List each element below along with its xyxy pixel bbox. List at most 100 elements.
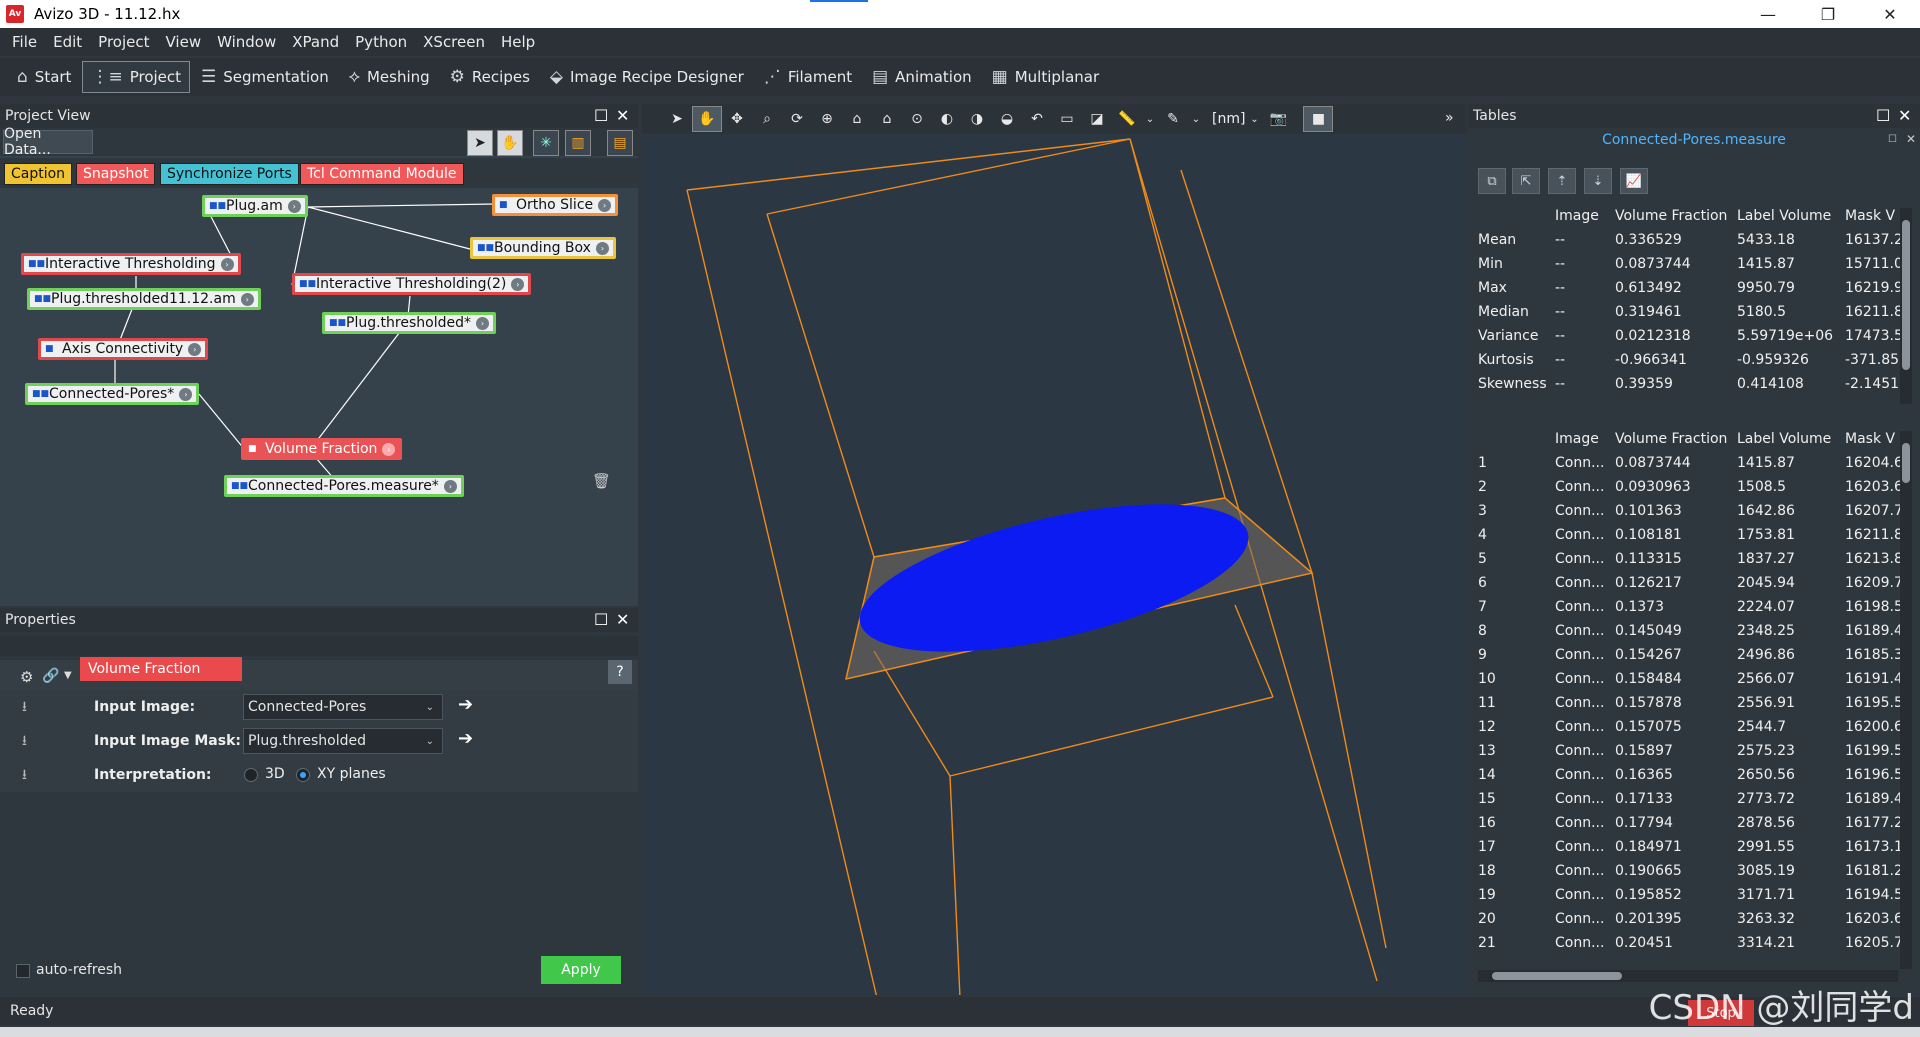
table-row[interactable]: 1 Conn... 0.0873744 1415.87 16204.6	[1478, 455, 1908, 479]
table-row[interactable]: 2 Conn... 0.0930963 1508.5 16203.6	[1478, 479, 1908, 503]
apply-button[interactable]: Apply	[541, 956, 621, 984]
view-x-icon[interactable]: ◐	[932, 111, 962, 127]
auto-arrange-icon[interactable]: ✳	[533, 130, 559, 156]
workroom-project[interactable]: ⋮≡ Project	[82, 61, 191, 93]
table-row[interactable]: 6 Conn... 0.126217 2045.94 16209.7	[1478, 575, 1908, 599]
pin-icon[interactable]: ⭳	[22, 696, 27, 720]
float-tab-icon[interactable]: ☐	[1888, 134, 1897, 145]
node-plug-am[interactable]: ■■ Plug.am ›	[202, 195, 308, 217]
table-row[interactable]: 10 Conn... 0.158484 2566.07 16191.4	[1478, 671, 1908, 695]
pin-icon[interactable]: ⭳	[22, 730, 27, 754]
settings-gear-icon[interactable]: ⚙	[20, 668, 33, 686]
workroom-animation[interactable]: ▤ Animation	[863, 61, 981, 93]
tcl-command-module-button[interactable]: Tcl Command Module	[300, 163, 464, 185]
pointer-tool-icon[interactable]: ➤	[467, 130, 493, 156]
rotate-view-icon[interactable]: ↶	[1022, 111, 1052, 127]
module-name-field[interactable]: Volume Fraction	[80, 657, 242, 681]
menu-project[interactable]: Project	[90, 33, 157, 51]
zoom-icon[interactable]: ⌕	[752, 111, 782, 127]
node-bounding-box[interactable]: ■■ Bounding Box ›	[470, 237, 616, 259]
chevron-down-icon[interactable]: ⌄	[1142, 114, 1158, 125]
table-row[interactable]: 17 Conn... 0.184971 2991.55 16173.1	[1478, 839, 1908, 863]
data-scrollbar[interactable]	[1900, 431, 1912, 969]
menu-edit[interactable]: Edit	[45, 33, 90, 51]
menu-python[interactable]: Python	[347, 33, 415, 51]
node-plug-thresholded[interactable]: ■■ Plug.thresholded* ›	[322, 312, 496, 334]
table-row[interactable]: 11 Conn... 0.157878 2556.91 16195.5	[1478, 695, 1908, 719]
table-row[interactable]: Mean -- 0.336529 5433.18 16137.2	[1478, 232, 1908, 256]
menu-window[interactable]: Window	[209, 33, 284, 51]
node-axis-connectivity[interactable]: ■ Axis Connectivity ›	[38, 338, 209, 360]
node-volume-fraction[interactable]: ■ Volume Fraction ›	[241, 438, 403, 460]
interact-hand-icon[interactable]: ✋	[692, 106, 722, 132]
open-data-button[interactable]: Open Data...	[3, 126, 93, 158]
copy-icon[interactable]: ⧉	[1478, 168, 1506, 194]
move-up-icon[interactable]: ⇡	[1548, 168, 1576, 194]
float-panel-icon[interactable]: ☐	[1876, 106, 1890, 125]
table-row[interactable]: 8 Conn... 0.145049 2348.25 16189.4	[1478, 623, 1908, 647]
table-row[interactable]: 4 Conn... 0.108181 1753.81 16211.8	[1478, 527, 1908, 551]
close-tab-icon[interactable]: ✕	[1906, 132, 1916, 146]
chevron-down-icon[interactable]: ⌄	[1245, 114, 1263, 125]
auto-refresh-checkbox[interactable]	[16, 964, 30, 978]
goto-mask-arrow-icon[interactable]: ➔	[458, 728, 473, 749]
table-row[interactable]: Kurtosis -- -0.966341 -0.959326 -371.85	[1478, 352, 1908, 376]
table-row[interactable]: 15 Conn... 0.17133 2773.72 16189.4	[1478, 791, 1908, 815]
radio-3d[interactable]	[244, 768, 258, 782]
3d-viewer[interactable]: ➤ ✋ ✥ ⌕ ⟳ ⊕ ⌂ ⌂ ⊙ ◐ ◑ ◒ ↶ ▭ ◪ 📏 ⌄ ✎ ⌄ [n…	[642, 104, 1466, 995]
hand-tool-icon[interactable]: ✋	[497, 130, 523, 156]
workroom-segmentation[interactable]: ☰ Segmentation	[192, 61, 338, 93]
port-icon[interactable]: ›	[595, 241, 609, 255]
seek-icon[interactable]: ⊕	[812, 111, 842, 127]
workroom-filament[interactable]: ⋰ Filament	[755, 61, 861, 93]
pin-icon[interactable]: ⭳	[22, 764, 27, 788]
stereo-icon[interactable]: ◪	[1082, 111, 1112, 127]
port-icon[interactable]: ›	[179, 387, 193, 401]
port-icon[interactable]: ›	[220, 257, 234, 271]
node-connected-pores-measure[interactable]: ■■ Connected-Pores.measure* ›	[224, 475, 464, 497]
view-all-icon[interactable]: ⊙	[902, 111, 932, 127]
home-view-icon[interactable]: ⌂	[842, 111, 872, 127]
chevron-down-icon[interactable]: ⌄	[1188, 114, 1204, 125]
layout-icon[interactable]: ▥	[565, 130, 591, 156]
plot-icon[interactable]: 📈	[1620, 168, 1648, 194]
workroom-recipes[interactable]: ⚙ Recipes	[441, 61, 539, 93]
table-row[interactable]: 7 Conn... 0.1373 2224.07 16198.5	[1478, 599, 1908, 623]
table-row[interactable]: Median -- 0.319461 5180.5 16211.8	[1478, 304, 1908, 328]
node-plug-thresholded-1112[interactable]: ■■ Plug.thresholded11.12.am ›	[27, 288, 261, 310]
node-interactive-thresholding-2[interactable]: ■■ Interactive Thresholding(2) ›	[292, 273, 532, 295]
table-row[interactable]: Skewness -- 0.39359 0.414108 -2.1451	[1478, 376, 1908, 400]
node-interactive-thresholding[interactable]: ■■ Interactive Thresholding ›	[21, 253, 241, 275]
close-button[interactable]: ✕	[1862, 0, 1918, 28]
input-mask-select[interactable]: Plug.thresholded ⌄	[243, 728, 443, 754]
table-row[interactable]: 21 Conn... 0.20451 3314.21 16205.7	[1478, 935, 1908, 959]
input-image-select[interactable]: Connected-Pores ⌄	[243, 694, 443, 720]
scroll-thumb[interactable]	[1902, 443, 1910, 483]
link-icon[interactable]: 🔗	[42, 668, 59, 684]
node-ortho-slice[interactable]: ■ Ortho Slice ›	[492, 194, 619, 216]
toolbar-overflow-icon[interactable]: »	[1445, 110, 1454, 126]
table-row[interactable]: 19 Conn... 0.195852 3171.71 16194.5	[1478, 887, 1908, 911]
minimize-button[interactable]: —	[1740, 0, 1796, 28]
move-down-icon[interactable]: ⇣	[1584, 168, 1612, 194]
table-row[interactable]: 18 Conn... 0.190665 3085.19 16181.2	[1478, 863, 1908, 887]
port-icon[interactable]: ›	[188, 342, 202, 356]
snapshot-button[interactable]: Snapshot	[76, 163, 156, 185]
table-row[interactable]: 14 Conn... 0.16365 2650.56 16196.5	[1478, 767, 1908, 791]
menu-file[interactable]: File	[4, 33, 45, 51]
table-row[interactable]: Min -- 0.0873744 1415.87 15711.0	[1478, 256, 1908, 280]
table-row[interactable]: 12 Conn... 0.157075 2544.7 16200.6	[1478, 719, 1908, 743]
pick-icon[interactable]: ✎	[1158, 111, 1188, 127]
rotate-icon[interactable]: ⟳	[782, 111, 812, 127]
pointer-icon[interactable]: ➤	[662, 111, 692, 127]
port-icon[interactable]: ›	[443, 479, 457, 493]
caption-button[interactable]: Caption	[4, 163, 73, 185]
help-button[interactable]: ?	[608, 660, 632, 684]
port-icon[interactable]: ›	[475, 316, 489, 330]
goto-input-arrow-icon[interactable]: ➔	[458, 694, 473, 715]
scroll-thumb[interactable]	[1492, 972, 1622, 980]
scroll-thumb[interactable]	[1902, 220, 1910, 370]
table-row[interactable]: 20 Conn... 0.201395 3263.32 16203.6	[1478, 911, 1908, 935]
chevron-down-icon[interactable]: ▼	[64, 670, 72, 681]
synchronize-ports-button[interactable]: Synchronize Ports	[160, 163, 299, 185]
